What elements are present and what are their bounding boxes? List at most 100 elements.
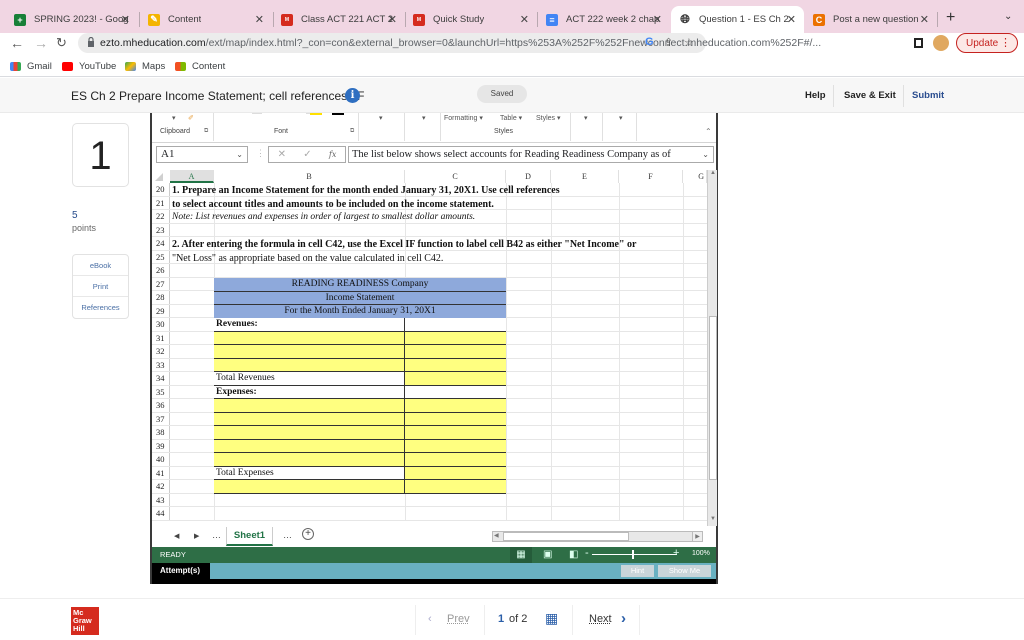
format-as-table-button[interactable]: Table ▾ bbox=[500, 114, 522, 122]
row-number[interactable]: 25 bbox=[152, 250, 170, 263]
bookmark-maps[interactable]: Maps bbox=[125, 61, 165, 72]
expenses-header-label-cell[interactable]: Expenses: bbox=[214, 385, 405, 399]
font-color-swatch[interactable] bbox=[252, 113, 262, 114]
column-header-e[interactable]: E bbox=[551, 170, 619, 183]
browser-tab[interactable]: M Quick Study ✕ bbox=[405, 6, 537, 33]
revenue-line-label-cell[interactable] bbox=[214, 331, 405, 345]
cells-dropdown-icon[interactable]: ▾ bbox=[584, 114, 588, 122]
column-header-a[interactable]: A bbox=[170, 170, 214, 183]
more-sheets-left[interactable]: … bbox=[212, 530, 221, 540]
row-number[interactable]: 21 bbox=[152, 196, 170, 209]
expense-line-label-cell[interactable] bbox=[214, 412, 405, 426]
paste-dropdown-icon[interactable]: ▾ bbox=[172, 114, 176, 122]
submit-button[interactable]: Submit bbox=[912, 90, 944, 101]
forward-arrow-icon[interactable]: → bbox=[34, 35, 48, 51]
expense-line-amount-cell[interactable] bbox=[405, 399, 506, 413]
revenue-line-amount-cell[interactable] bbox=[405, 345, 506, 359]
column-header-g[interactable]: G bbox=[683, 170, 707, 183]
help-button[interactable]: Help bbox=[805, 90, 826, 101]
references-link[interactable]: References bbox=[73, 297, 128, 318]
save-exit-button[interactable]: Save & Exit bbox=[844, 90, 896, 101]
question-grid-icon[interactable]: ▦ bbox=[545, 610, 558, 627]
row-number[interactable]: 33 bbox=[152, 358, 170, 371]
add-sheet-icon[interactable]: + bbox=[302, 528, 314, 540]
zoom-slider[interactable] bbox=[592, 550, 677, 559]
page-layout-view-icon[interactable]: ▣ bbox=[543, 549, 552, 560]
row-number[interactable]: 34 bbox=[152, 372, 170, 385]
close-tab-icon[interactable]: ✕ bbox=[255, 13, 264, 26]
column-header-f[interactable]: F bbox=[619, 170, 683, 183]
zoom-level[interactable]: 100% bbox=[692, 550, 710, 557]
insert-function-icon[interactable]: fx bbox=[329, 150, 336, 159]
close-tab-icon[interactable]: ✕ bbox=[920, 13, 929, 26]
google-lens-icon[interactable]: G bbox=[645, 36, 654, 48]
cell-styles-button[interactable]: Styles ▾ bbox=[536, 114, 561, 122]
row-number[interactable]: 24 bbox=[152, 237, 170, 250]
statement-title[interactable]: Income Statement bbox=[214, 291, 506, 305]
prev-button[interactable]: Prev bbox=[447, 613, 470, 625]
conditional-formatting-button[interactable]: Formatting ▾ bbox=[444, 114, 483, 122]
scroll-up-icon[interactable]: ▲ bbox=[708, 170, 718, 180]
bookmark-youtube[interactable]: YouTube bbox=[62, 61, 116, 72]
expense-line-label-cell[interactable] bbox=[214, 453, 405, 467]
row-number[interactable]: 43 bbox=[152, 493, 170, 506]
prev-chevron-icon[interactable]: ‹ bbox=[428, 613, 432, 625]
close-tab-icon[interactable]: ✕ bbox=[787, 13, 796, 26]
total-expenses-amount-cell[interactable] bbox=[405, 466, 506, 480]
column-header-c[interactable]: C bbox=[405, 170, 506, 183]
net-income-line-label-cell[interactable] bbox=[214, 480, 405, 494]
share-icon[interactable]: ⇪ bbox=[664, 36, 673, 49]
row-number[interactable]: 30 bbox=[152, 318, 170, 331]
info-icon[interactable]: i bbox=[345, 88, 360, 103]
address-bar[interactable]: ezto.mheducation.com/ext/map/index.html?… bbox=[78, 33, 821, 53]
bookmark-gmail[interactable]: Gmail bbox=[10, 61, 52, 72]
row-number[interactable]: 27 bbox=[152, 277, 170, 290]
format-painter-icon[interactable]: ✐ bbox=[188, 114, 194, 122]
revenue-line-label-cell[interactable] bbox=[214, 358, 405, 372]
ebook-link[interactable]: eBook bbox=[73, 255, 128, 276]
text-color-swatch[interactable] bbox=[332, 113, 344, 115]
side-panel-icon[interactable] bbox=[914, 38, 923, 48]
print-link[interactable]: Print bbox=[73, 276, 128, 297]
update-button[interactable]: Update ⋮ bbox=[956, 33, 1018, 53]
expense-line-amount-cell[interactable] bbox=[405, 412, 506, 426]
scroll-right-icon[interactable]: ▶ bbox=[692, 531, 703, 542]
row-number[interactable]: 39 bbox=[152, 439, 170, 452]
close-tab-icon[interactable]: ✕ bbox=[388, 13, 397, 26]
more-sheets-right[interactable]: … bbox=[283, 530, 292, 540]
browser-tab[interactable]: ≡ ACT 222 week 2 chap ✕ bbox=[538, 6, 670, 33]
row-number[interactable]: 40 bbox=[152, 453, 170, 466]
zoom-out-icon[interactable]: - bbox=[585, 547, 589, 559]
profile-avatar[interactable] bbox=[933, 35, 949, 51]
zoom-slider-knob[interactable] bbox=[632, 550, 634, 559]
collapse-ribbon-icon[interactable]: ⌃ bbox=[705, 127, 712, 136]
scroll-left-icon[interactable]: ◀ bbox=[494, 532, 499, 539]
formula-bar-splitter[interactable]: ⋮ bbox=[256, 148, 265, 159]
row-number[interactable]: 36 bbox=[152, 399, 170, 412]
highlight-color-swatch[interactable] bbox=[310, 113, 322, 115]
total-revenues-amount-cell[interactable] bbox=[405, 372, 506, 386]
normal-view-icon[interactable]: ▦ bbox=[510, 547, 532, 563]
clipboard-launcher-icon[interactable]: ⧉ bbox=[204, 128, 208, 135]
sheet-row[interactable]: 43 bbox=[152, 493, 707, 507]
row-number[interactable]: 38 bbox=[152, 426, 170, 439]
select-all-corner[interactable] bbox=[154, 172, 164, 182]
sheet-row[interactable]: 23 bbox=[152, 223, 707, 237]
column-header-b[interactable]: B bbox=[214, 170, 405, 183]
row-number[interactable]: 29 bbox=[152, 304, 170, 317]
browser-tab[interactable]: C Post a new question ✕ bbox=[805, 6, 937, 33]
next-button[interactable]: Next bbox=[589, 613, 612, 625]
revenue-line-amount-cell[interactable] bbox=[405, 358, 506, 372]
expense-line-label-cell[interactable] bbox=[214, 439, 405, 453]
vertical-scrollbar[interactable]: ▲ ▼ bbox=[707, 170, 717, 526]
row-number[interactable]: 41 bbox=[152, 466, 170, 479]
row-number[interactable]: 31 bbox=[152, 331, 170, 344]
close-tab-icon[interactable]: ✕ bbox=[653, 13, 662, 26]
row-number[interactable]: 20 bbox=[152, 183, 170, 196]
browser-tab-active[interactable]: 🌐︎ Question 1 - ES Ch 2 ✕ bbox=[671, 6, 804, 33]
horizontal-scrollbar[interactable]: ◀ bbox=[492, 531, 702, 542]
row-number[interactable]: 26 bbox=[152, 264, 170, 277]
browser-tab[interactable]: ✎ Content ✕ bbox=[140, 6, 272, 33]
font-launcher-icon[interactable]: ⧉ bbox=[350, 128, 354, 135]
revenue-line-label-cell[interactable] bbox=[214, 345, 405, 359]
